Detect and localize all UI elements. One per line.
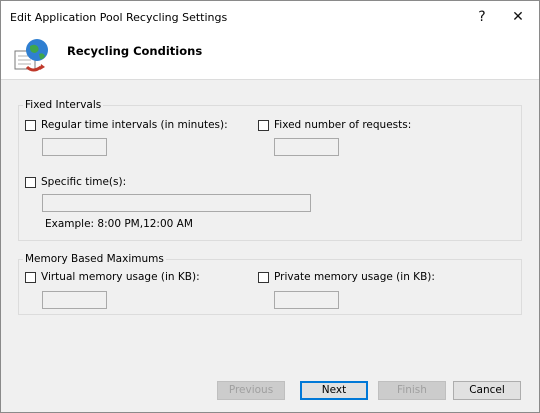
- private-memory-input[interactable]: [274, 291, 339, 309]
- memory-maximums-label: Memory Based Maximums: [23, 253, 166, 265]
- help-button[interactable]: ?: [467, 6, 497, 28]
- fixed-requests-option[interactable]: Fixed number of requests:: [258, 119, 411, 131]
- regular-intervals-option[interactable]: Regular time intervals (in minutes):: [25, 119, 228, 131]
- previous-button[interactable]: Previous: [217, 381, 285, 400]
- finish-button[interactable]: Finish: [378, 381, 446, 400]
- regular-intervals-checkbox[interactable]: [25, 119, 36, 131]
- virtual-memory-checkbox[interactable]: [25, 271, 36, 283]
- specific-times-checkbox[interactable]: [25, 176, 36, 188]
- virtual-memory-input[interactable]: [42, 291, 107, 309]
- specific-times-input[interactable]: [42, 194, 311, 212]
- wizard-header: Recycling Conditions: [1, 33, 539, 79]
- title-bar: Edit Application Pool Recycling Settings…: [1, 1, 539, 33]
- fixed-requests-input[interactable]: [274, 138, 339, 156]
- private-memory-option[interactable]: Private memory usage (in KB):: [258, 271, 435, 283]
- fixed-intervals-label: Fixed Intervals: [23, 99, 104, 111]
- cancel-button[interactable]: Cancel: [453, 381, 521, 400]
- app-pool-globe-icon: [14, 39, 48, 72]
- page-title: Recycling Conditions: [67, 44, 203, 58]
- dialog-window: Edit Application Pool Recycling Settings…: [0, 0, 540, 413]
- virtual-memory-option[interactable]: Virtual memory usage (in KB):: [25, 271, 200, 283]
- regular-intervals-label: Regular time intervals (in minutes):: [41, 119, 228, 131]
- next-button[interactable]: Next: [300, 381, 368, 400]
- virtual-memory-label: Virtual memory usage (in KB):: [41, 271, 200, 283]
- specific-times-label: Specific time(s):: [41, 176, 127, 188]
- fixed-requests-label: Fixed number of requests:: [274, 119, 412, 131]
- private-memory-label: Private memory usage (in KB):: [274, 271, 435, 283]
- window-title: Edit Application Pool Recycling Settings: [10, 11, 228, 24]
- private-memory-checkbox[interactable]: [258, 271, 269, 283]
- specific-times-example: Example: 8:00 PM,12:00 AM: [45, 218, 193, 230]
- header-divider: [1, 79, 539, 80]
- close-button[interactable]: ✕: [503, 6, 533, 28]
- regular-intervals-input[interactable]: [42, 138, 107, 156]
- specific-times-option[interactable]: Specific time(s):: [25, 176, 126, 188]
- fixed-requests-checkbox[interactable]: [258, 119, 269, 131]
